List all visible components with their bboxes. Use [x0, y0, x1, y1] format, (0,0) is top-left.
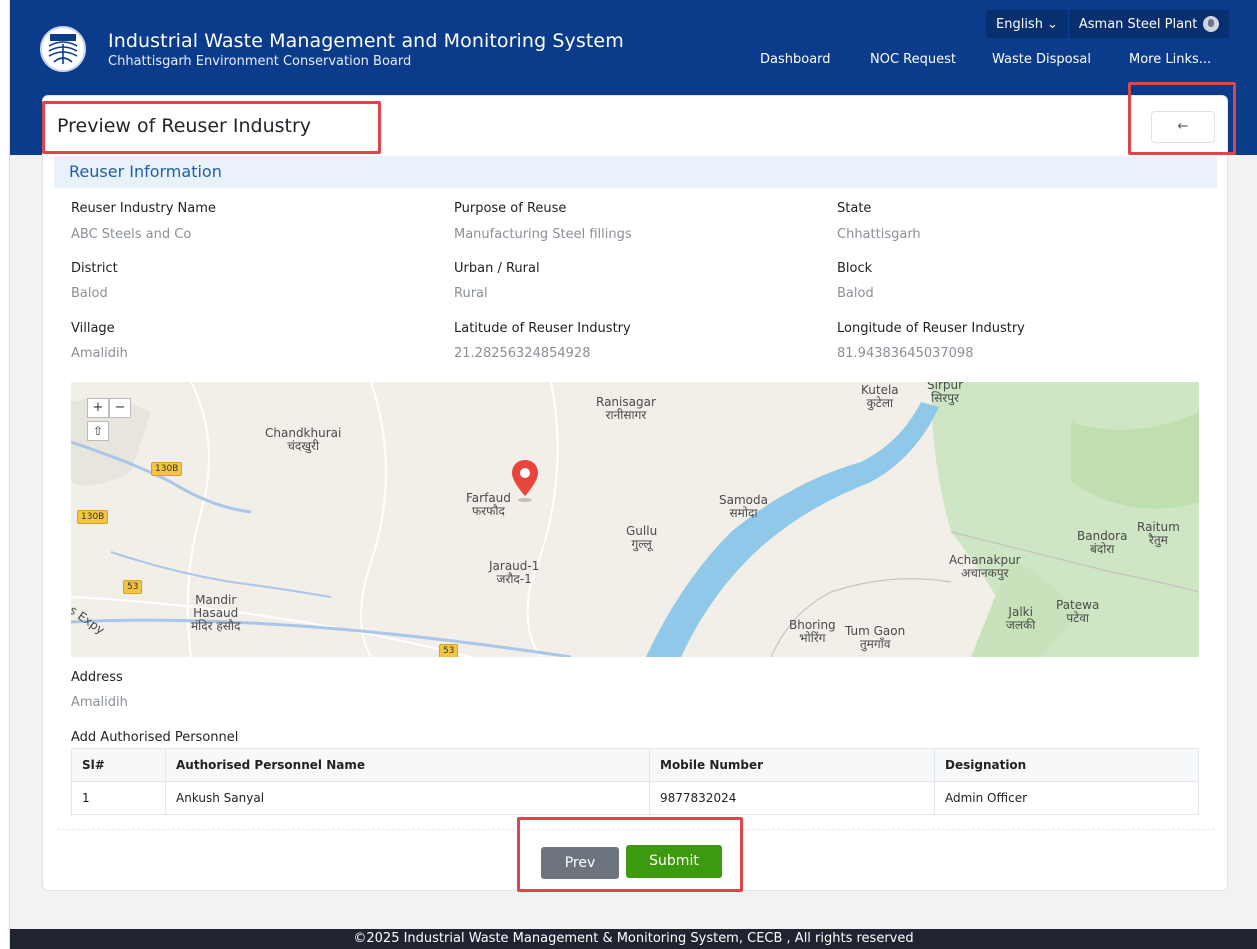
- map-label-gullu: Gullu गुल्लू: [626, 524, 658, 551]
- map-label-bhoring: Bhoring भोरिंग: [789, 618, 836, 645]
- nav-waste-disposal[interactable]: Waste Disposal: [992, 52, 1091, 67]
- highway-shield: 53: [439, 644, 459, 657]
- map-label-jalki: Jalki जलकी: [1006, 605, 1036, 632]
- longitude-value: 81.94383645037098: [837, 346, 974, 361]
- reuser-name-label: Reuser Industry Name: [71, 201, 216, 216]
- purpose-value: Manufacturing Steel fillings: [454, 227, 632, 242]
- footer: ©2025 Industrial Waste Management & Moni…: [10, 929, 1257, 949]
- location-pin-icon: [509, 458, 541, 506]
- reuser-name-value: ABC Steels and Co: [71, 227, 192, 242]
- submit-button[interactable]: Submit: [626, 845, 722, 878]
- zoom-out-button[interactable]: −: [109, 398, 131, 418]
- top-utility-bar: English ⌄ Asman Steel Plant: [986, 10, 1230, 38]
- address-label: Address: [71, 670, 123, 685]
- user-name: Asman Steel Plant: [1078, 16, 1198, 32]
- village-value: Amalidih: [71, 346, 128, 361]
- map-label-patewa: Patewa पटेवा: [1056, 598, 1100, 625]
- map-label-mandir-hasaud: Mandir Hasaud मंदिर हसौद: [191, 593, 241, 633]
- cell-name: Ankush Sanyal: [165, 781, 650, 815]
- nav-noc-request[interactable]: NOC Request: [870, 52, 956, 67]
- map-label-kutela: Kutela कुटेला: [861, 383, 899, 410]
- table-row: 1 Ankush Sanyal 9877832024 Admin Officer: [71, 781, 1199, 815]
- latitude-value: 21.28256324854928: [454, 346, 591, 361]
- app-title: Industrial Waste Management and Monitori…: [108, 30, 624, 52]
- section-header: Reuser Information: [54, 156, 1217, 188]
- map-label-samoda: Samoda समोदा: [719, 493, 768, 520]
- map-label-tum-gaon: Tum Gaon तुमगाँव: [845, 624, 906, 651]
- divider: [57, 829, 1215, 830]
- highway-shield: 53: [123, 580, 143, 594]
- arrow-left-icon: ←: [1177, 119, 1189, 134]
- cell-sl: 1: [71, 781, 166, 815]
- urban-rural-value: Rural: [454, 286, 488, 301]
- cell-designation: Admin Officer: [934, 781, 1199, 815]
- zoom-in-button[interactable]: +: [87, 398, 109, 418]
- map-label-chandkhurai: Chandkhurai चंदखुरी: [265, 426, 342, 453]
- purpose-label: Purpose of Reuse: [454, 201, 567, 216]
- block-value: Balod: [837, 286, 874, 301]
- col-sl: Sl#: [71, 748, 166, 782]
- map-label-farfaud: Farfaud फरफौद: [466, 491, 511, 518]
- col-name: Authorised Personnel Name: [165, 748, 650, 782]
- nav-more-links[interactable]: More Links...: [1129, 52, 1211, 67]
- location-map[interactable]: + − ⇧ Chandkhurai चंदखुरी Ranisagar रानीसा…: [71, 382, 1199, 657]
- district-label: District: [71, 261, 118, 276]
- urban-rural-label: Urban / Rural: [454, 261, 540, 276]
- back-button[interactable]: ←: [1151, 111, 1215, 143]
- map-label-achanakpur: Achanakpur अचानकपुर: [949, 553, 1021, 580]
- map-label-raitum: Raitum रैतुम: [1137, 520, 1180, 547]
- chevron-down-icon: ⌄: [1046, 16, 1058, 32]
- user-menu[interactable]: Asman Steel Plant: [1069, 10, 1230, 38]
- map-label-ranisagar: Ranisagar रानीसागर: [596, 395, 656, 422]
- prev-button[interactable]: Prev: [541, 847, 619, 879]
- state-label: State: [837, 201, 872, 216]
- nav-dashboard[interactable]: Dashboard: [760, 52, 831, 67]
- language-label: English: [996, 16, 1043, 32]
- state-value: Chhattisgarh: [837, 227, 921, 242]
- page-title: Preview of Reuser Industry: [57, 115, 312, 137]
- map-label-sirpur: Sirpur सिरपुर: [927, 382, 964, 405]
- district-value: Balod: [71, 286, 108, 301]
- left-edge: [0, 0, 10, 949]
- map-label-bandora: Bandora बंदोरा: [1077, 529, 1128, 556]
- main-nav: Dashboard NOC Request Waste Disposal Mor…: [10, 52, 1257, 72]
- col-designation: Designation: [934, 748, 1199, 782]
- user-avatar-icon: [1203, 16, 1220, 32]
- personnel-section-label: Add Authorised Personnel: [71, 730, 239, 745]
- map-reset-button[interactable]: ⇧: [87, 421, 109, 441]
- table-header-row: Sl# Authorised Personnel Name Mobile Num…: [71, 748, 1199, 782]
- language-dropdown[interactable]: English ⌄: [986, 10, 1069, 38]
- cell-mobile: 9877832024: [649, 781, 935, 815]
- map-label-jaraud: Jaraud-1 जरौद-1: [489, 559, 540, 586]
- highway-shield: 130B: [77, 510, 109, 524]
- highway-shield: 130B: [151, 462, 183, 476]
- section-title: Reuser Information: [69, 162, 222, 181]
- personnel-table: Sl# Authorised Personnel Name Mobile Num…: [71, 748, 1199, 815]
- village-label: Village: [71, 321, 115, 336]
- address-value: Amalidih: [71, 695, 128, 710]
- map-zoom-controls: + −: [87, 398, 131, 418]
- longitude-label: Longitude of Reuser Industry: [837, 321, 1025, 336]
- latitude-label: Latitude of Reuser Industry: [454, 321, 631, 336]
- col-mobile: Mobile Number: [649, 748, 935, 782]
- block-label: Block: [837, 261, 873, 276]
- preview-card: Preview of Reuser Industry ← Reuser Info…: [42, 95, 1228, 891]
